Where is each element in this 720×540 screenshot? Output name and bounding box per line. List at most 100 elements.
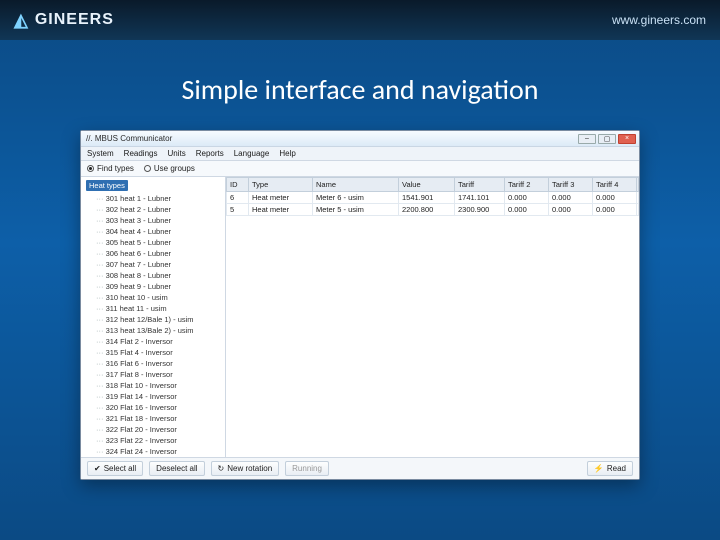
- col-tariff4[interactable]: Tariff 4: [593, 178, 637, 192]
- window-body: Heat types 301 heat 1 - Lubner302 heat 2…: [81, 177, 639, 457]
- select-all-label: Select all: [104, 464, 136, 473]
- menu-help[interactable]: Help: [279, 149, 295, 158]
- radio-dot-icon: [144, 165, 151, 172]
- col-value[interactable]: Value: [399, 178, 455, 192]
- new-rotation-button[interactable]: ↻ New rotation: [211, 461, 280, 476]
- read-label: Read: [607, 464, 626, 473]
- maximize-button[interactable]: ▢: [598, 134, 616, 144]
- cell-value: 2200.800: [399, 204, 455, 216]
- radio-use-groups[interactable]: Use groups: [144, 164, 195, 173]
- new-rotation-label: New rotation: [227, 464, 272, 473]
- table-header-row: ID Type Name Value Tariff Tariff 2 Tarif…: [227, 178, 639, 192]
- menu-bar: System Readings Units Reports Language H…: [81, 147, 639, 161]
- read-button[interactable]: ⚡ Read: [587, 461, 633, 476]
- radio-dot-icon: [87, 165, 94, 172]
- tree-item[interactable]: 318 Flat 10 - Inversor: [96, 380, 222, 391]
- menu-language[interactable]: Language: [234, 149, 270, 158]
- tree-item[interactable]: 307 heat 7 - Lubner: [96, 259, 222, 270]
- tree-item[interactable]: 319 Flat 14 - Inversor: [96, 391, 222, 402]
- menu-system[interactable]: System: [87, 149, 114, 158]
- tree-item[interactable]: 303 heat 3 - Lubner: [96, 215, 222, 226]
- tree-item[interactable]: 312 heat 12/Bale 1) - usim: [96, 314, 222, 325]
- col-tariff3[interactable]: Tariff 3: [549, 178, 593, 192]
- col-tariff[interactable]: Tariff: [455, 178, 505, 192]
- check-icon: ✔: [94, 464, 101, 473]
- cell-id: 6: [227, 192, 249, 204]
- tree-item[interactable]: 314 Flat 2 - Inversor: [96, 336, 222, 347]
- logo-icon: ◭: [14, 10, 29, 31]
- cell-name: Meter 6 - usim: [313, 192, 399, 204]
- cell-tariff2: 0.000: [505, 192, 549, 204]
- cell-tariff3: 0.000: [549, 192, 593, 204]
- col-id[interactable]: ID: [227, 178, 249, 192]
- tree-item[interactable]: 304 heat 4 - Lubner: [96, 226, 222, 237]
- tree-item[interactable]: 317 Flat 8 - Inversor: [96, 369, 222, 380]
- running-button: Running: [285, 461, 329, 476]
- tree-item[interactable]: 320 Flat 16 - Inversor: [96, 402, 222, 413]
- col-type[interactable]: Type: [249, 178, 313, 192]
- col-tariff2[interactable]: Tariff 2: [505, 178, 549, 192]
- menu-reports[interactable]: Reports: [196, 149, 224, 158]
- company-logo: ◭ GINEERS: [14, 10, 114, 31]
- tree-item[interactable]: 323 Flat 22 - Inversor: [96, 435, 222, 446]
- grid-area: ID Type Name Value Tariff Tariff 2 Tarif…: [226, 177, 639, 457]
- tree-list: 301 heat 1 - Lubner302 heat 2 - Lubner30…: [86, 193, 222, 457]
- col-date[interactable]: Date: [637, 178, 639, 192]
- cell-tariff: 2300.900: [455, 204, 505, 216]
- tree-item[interactable]: 310 heat 10 - usim: [96, 292, 222, 303]
- tree-item[interactable]: 302 heat 2 - Lubner: [96, 204, 222, 215]
- cell-name: Meter 5 - usim: [313, 204, 399, 216]
- tree-item[interactable]: 308 heat 8 - Lubner: [96, 270, 222, 281]
- cell-id: 5: [227, 204, 249, 216]
- cell-tariff: 1741.101: [455, 192, 505, 204]
- slide-title: Simple interface and navigation: [0, 72, 720, 107]
- device-tree[interactable]: Heat types 301 heat 1 - Lubner302 heat 2…: [81, 177, 226, 457]
- tree-item[interactable]: 311 heat 11 - usim: [96, 303, 222, 314]
- cell-date: 14.04.2017 8:32:00: [637, 192, 639, 204]
- readings-table[interactable]: ID Type Name Value Tariff Tariff 2 Tarif…: [226, 177, 639, 216]
- tree-item[interactable]: 321 Flat 18 - Inversor: [96, 413, 222, 424]
- tree-item[interactable]: 305 heat 5 - Lubner: [96, 237, 222, 248]
- menu-readings[interactable]: Readings: [124, 149, 158, 158]
- select-all-button[interactable]: ✔ Select all: [87, 461, 143, 476]
- bottom-toolbar: ✔ Select all Deselect all ↻ New rotation…: [81, 457, 639, 479]
- branding-bar: ◭ GINEERS www.gineers.com: [0, 0, 720, 40]
- close-button[interactable]: ×: [618, 134, 636, 144]
- window-controls: – ▢ ×: [578, 134, 636, 144]
- cell-tariff2: 0.000: [505, 204, 549, 216]
- cell-type: Heat meter: [249, 192, 313, 204]
- deselect-all-label: Deselect all: [156, 464, 197, 473]
- table-row[interactable]: 6Heat meterMeter 6 - usim1541.9011741.10…: [227, 192, 639, 204]
- tree-item[interactable]: 324 Flat 24 - Inversor: [96, 446, 222, 457]
- cell-type: Heat meter: [249, 204, 313, 216]
- window-titlebar[interactable]: //. MBUS Communicator – ▢ ×: [81, 131, 639, 147]
- menu-units[interactable]: Units: [167, 149, 185, 158]
- tree-item[interactable]: 316 Flat 6 - Inversor: [96, 358, 222, 369]
- cell-date: 14.04.2017 8:32:38: [637, 204, 639, 216]
- cell-value: 1541.901: [399, 192, 455, 204]
- cell-tariff3: 0.000: [549, 204, 593, 216]
- window-title: //. MBUS Communicator: [84, 134, 172, 143]
- deselect-all-button[interactable]: Deselect all: [149, 461, 204, 476]
- rotate-icon: ↻: [218, 464, 225, 473]
- tree-item[interactable]: 313 heat 13/Bale 2) - usim: [96, 325, 222, 336]
- col-name[interactable]: Name: [313, 178, 399, 192]
- app-window: //. MBUS Communicator – ▢ × System Readi…: [80, 130, 640, 480]
- tree-root[interactable]: Heat types: [86, 180, 128, 191]
- tree-item[interactable]: 306 heat 6 - Lubner: [96, 248, 222, 259]
- radio-find-types-label: Find types: [97, 164, 134, 173]
- filter-row: Find types Use groups: [81, 161, 639, 177]
- radio-find-types[interactable]: Find types: [87, 164, 134, 173]
- company-url: www.gineers.com: [612, 13, 706, 27]
- tree-item[interactable]: 301 heat 1 - Lubner: [96, 193, 222, 204]
- cell-tariff4: 0.000: [593, 204, 637, 216]
- radio-use-groups-label: Use groups: [154, 164, 195, 173]
- tree-item[interactable]: 322 Flat 20 - Inversor: [96, 424, 222, 435]
- lightning-icon: ⚡: [594, 464, 604, 473]
- table-row[interactable]: 5Heat meterMeter 5 - usim2200.8002300.90…: [227, 204, 639, 216]
- running-label: Running: [292, 464, 322, 473]
- tree-item[interactable]: 315 Flat 4 - Inversor: [96, 347, 222, 358]
- minimize-button[interactable]: –: [578, 134, 596, 144]
- tree-item[interactable]: 309 heat 9 - Lubner: [96, 281, 222, 292]
- grid-empty-area: [226, 216, 639, 457]
